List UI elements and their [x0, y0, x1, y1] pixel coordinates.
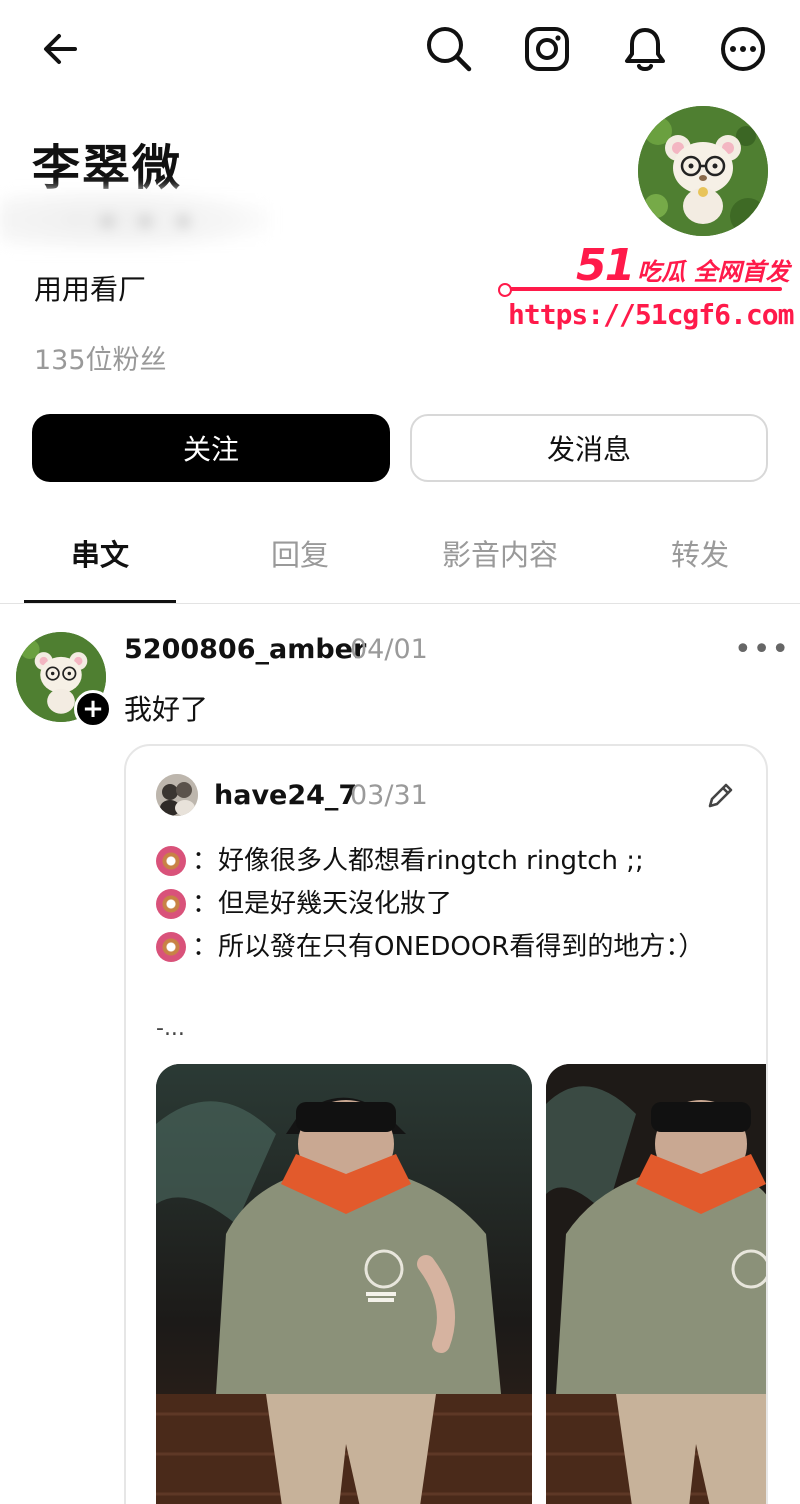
pencil-icon[interactable]	[704, 780, 736, 816]
top-bar	[0, 0, 800, 100]
follow-plus-icon[interactable]: +	[74, 690, 112, 728]
quoted-text: ：好像很多人都想看ringtch ringtch ;; ：但是好幾天沒化妝了 ：…	[156, 840, 746, 969]
media-thumbnail[interactable]	[156, 1064, 532, 1504]
quoted-date: 03/31	[350, 780, 428, 811]
more-options-icon[interactable]	[716, 22, 770, 76]
profile-name: 李翠微	[32, 140, 183, 196]
profile-tabs: 串文 回复 影音内容 转发	[0, 520, 800, 604]
watermark-brand: 51 吃瓜 全网首发	[576, 240, 790, 291]
quoted-author-avatar[interactable]	[156, 774, 198, 816]
watermark-line	[498, 283, 782, 297]
message-button[interactable]: 发消息	[410, 414, 768, 482]
post-text: 我好了	[124, 693, 209, 726]
tab-reposts[interactable]: 转发	[600, 532, 800, 574]
active-tab-indicator	[24, 600, 176, 603]
search-icon[interactable]	[422, 22, 476, 76]
quoted-post[interactable]: have24_7 03/31 ：好像很多人都想看ringtch ringtch …	[124, 744, 768, 1504]
followers-count[interactable]: 135位粉丝	[34, 338, 167, 377]
donut-emoji-icon	[156, 932, 186, 962]
bell-icon[interactable]	[618, 22, 672, 76]
tab-threads[interactable]: 串文	[0, 532, 200, 574]
donut-emoji-icon	[156, 889, 186, 919]
post-date: 04/01	[350, 634, 428, 665]
post-more-icon[interactable]: •••	[734, 632, 790, 667]
watermark: 51 吃瓜 全网首发 https://51cgf6.com	[498, 238, 798, 348]
profile-avatar[interactable]	[638, 106, 768, 236]
media-thumbnail[interactable]	[546, 1064, 766, 1504]
instagram-icon[interactable]	[520, 22, 574, 76]
blurred-handle: · ▪ ▪ ▪	[0, 190, 270, 250]
watermark-url: https://51cgf6.com	[508, 298, 794, 331]
post-username[interactable]: 5200806_amber	[124, 634, 366, 665]
quoted-line: ：但是好幾天沒化妝了	[156, 883, 746, 926]
tab-media[interactable]: 影音内容	[400, 532, 600, 574]
quoted-line: ：所以發在只有ONEDOOR看得到的地方：）	[156, 926, 746, 969]
quoted-truncation: -...	[156, 1016, 185, 1041]
profile-bio: 用用看厂	[34, 273, 147, 306]
follow-button[interactable]: 关注	[32, 414, 390, 482]
quoted-username[interactable]: have24_7	[214, 780, 357, 811]
tab-replies[interactable]: 回复	[200, 532, 400, 574]
quoted-line: ：好像很多人都想看ringtch ringtch ;;	[156, 840, 746, 883]
donut-emoji-icon	[156, 846, 186, 876]
back-arrow-icon[interactable]	[34, 22, 88, 76]
